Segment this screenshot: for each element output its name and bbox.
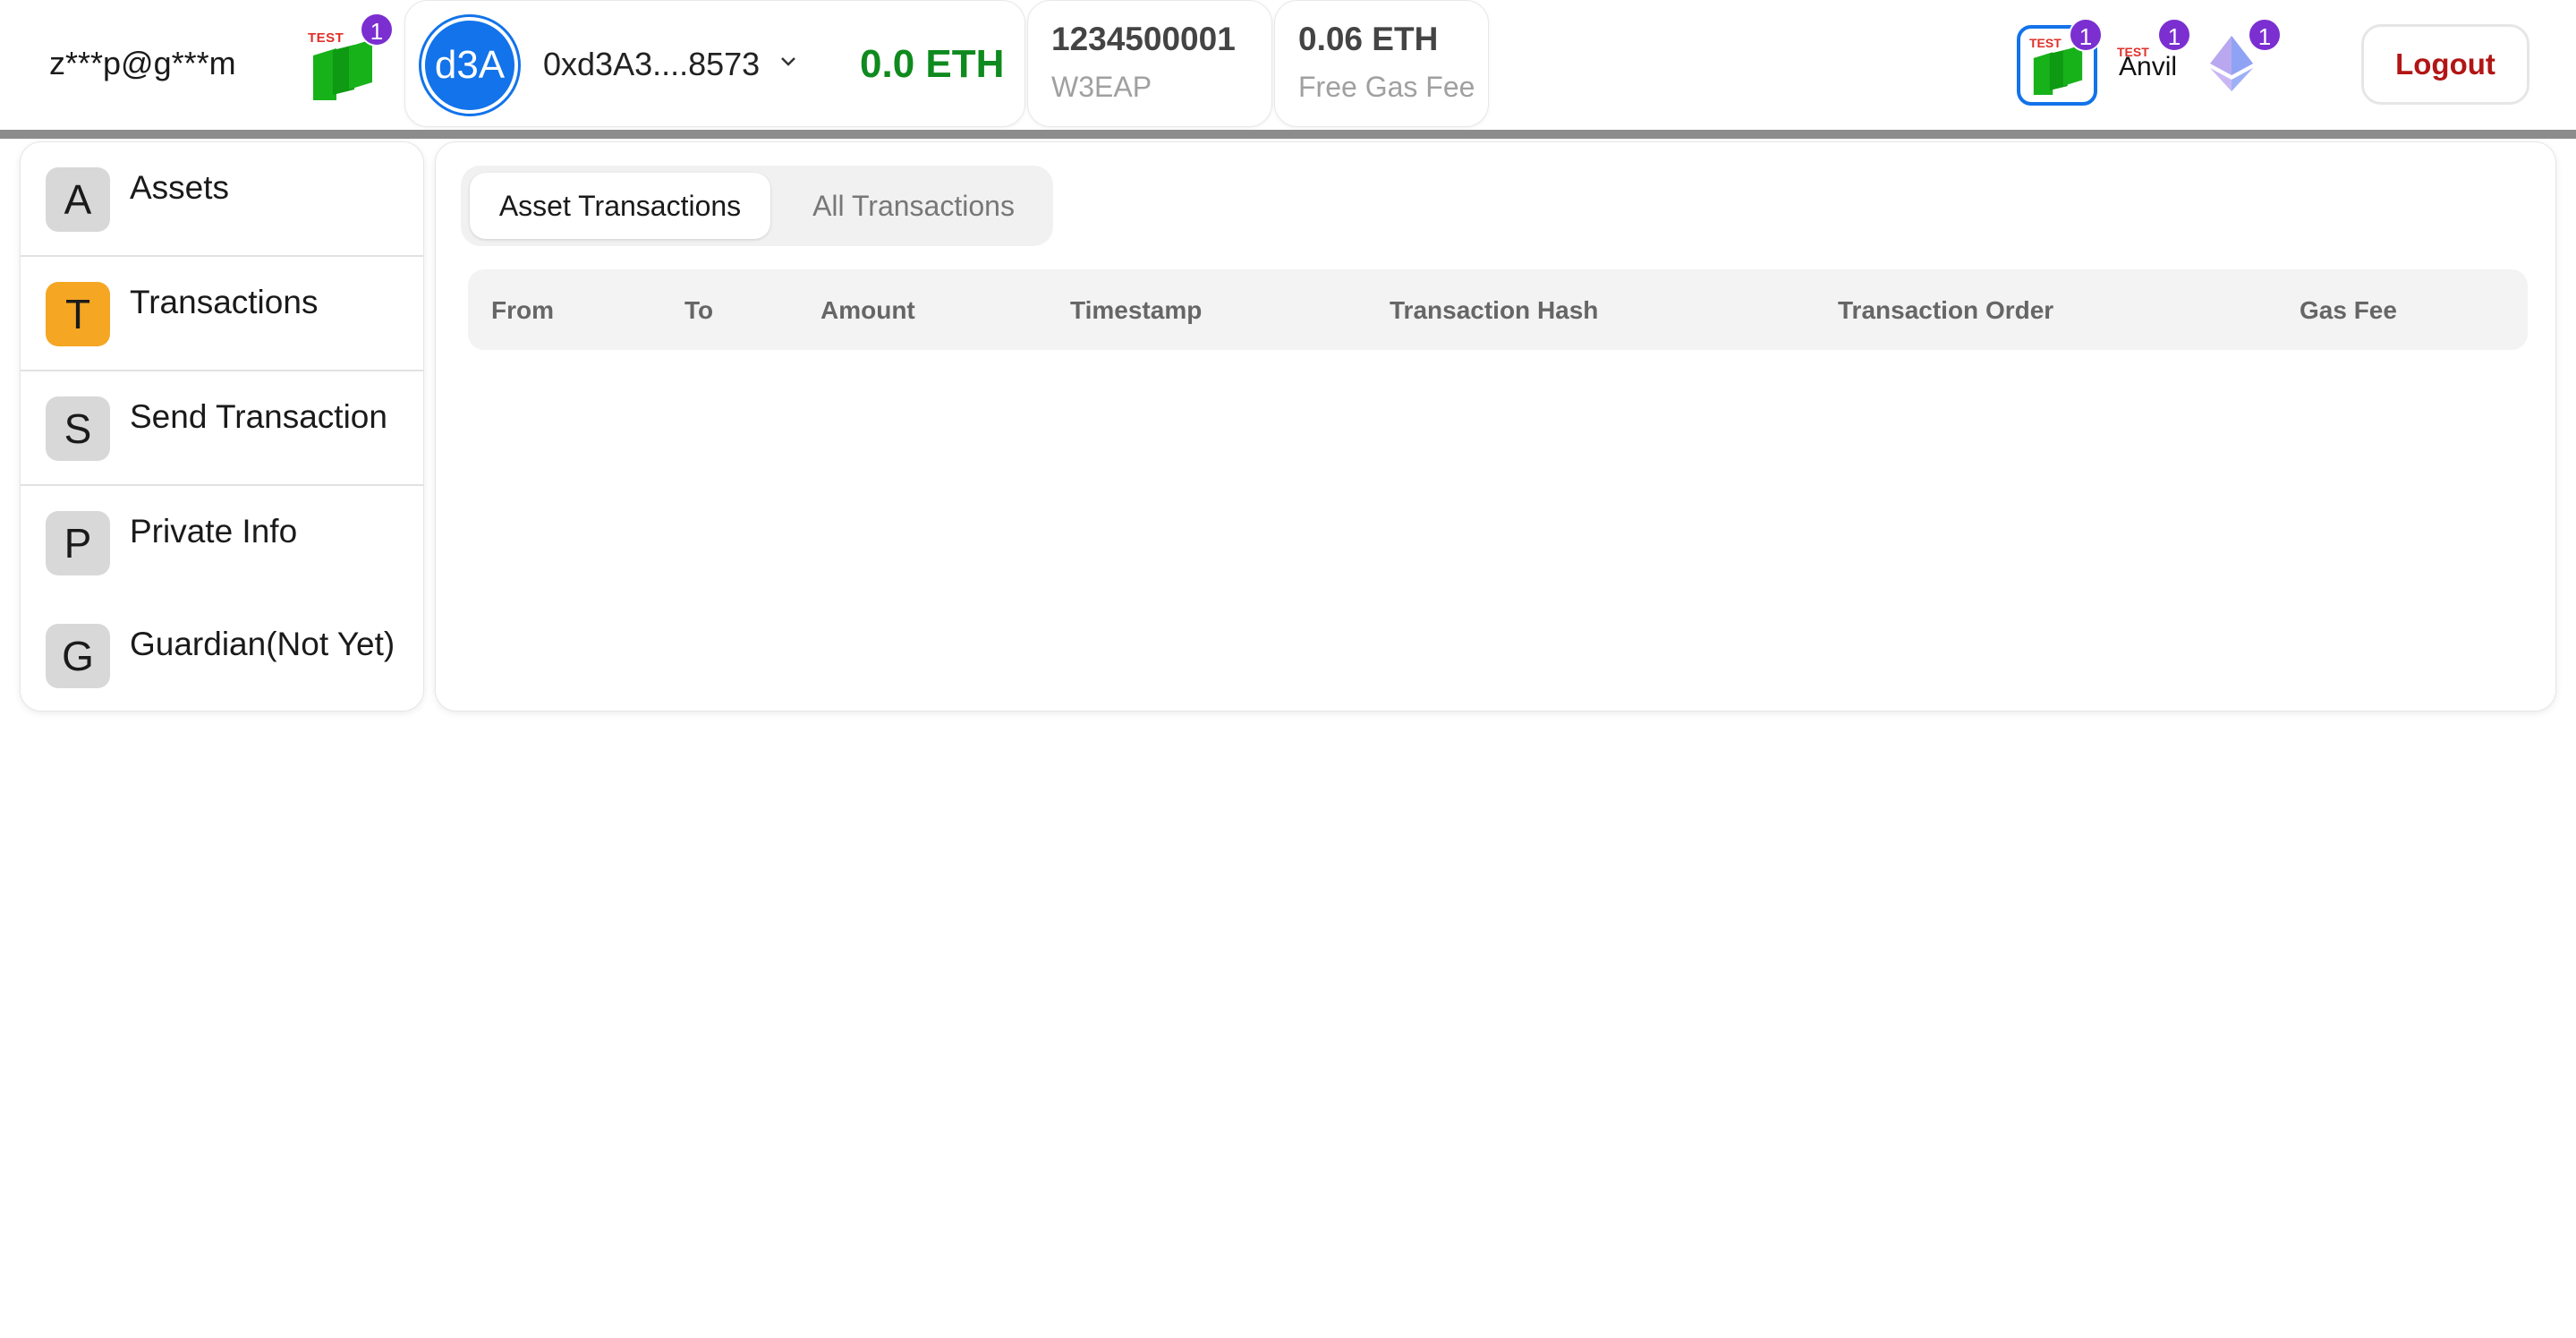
column-header-from[interactable]: From bbox=[491, 296, 554, 325]
sidebar-item-guardian[interactable]: G Guardian(Not Yet) bbox=[21, 599, 423, 711]
sidebar-item-icon: S bbox=[46, 396, 110, 461]
network-option-anvil-badge: 1 bbox=[2157, 18, 2191, 52]
eth-balance: 0.0 ETH bbox=[860, 42, 1005, 86]
network-logo-icon bbox=[313, 39, 372, 100]
ethereum-icon[interactable] bbox=[2210, 36, 2253, 91]
column-header-transaction-order[interactable]: Transaction Order bbox=[1838, 296, 2053, 325]
sidebar-item-label: Transactions bbox=[130, 284, 319, 320]
transaction-tabs: Asset Transactions All Transactions bbox=[461, 166, 1053, 246]
sidebar-item-icon: T bbox=[46, 282, 110, 346]
chevron-down-icon[interactable] bbox=[779, 53, 797, 71]
id-card: 1234500001 W3EAP bbox=[1027, 0, 1272, 127]
tab-all-transactions[interactable]: All Transactions bbox=[781, 173, 1046, 239]
network-badge: 1 bbox=[360, 13, 394, 47]
sidebar-item-label: Private Info bbox=[130, 513, 298, 550]
sidebar-item-label: Assets bbox=[130, 169, 230, 206]
sidebar-item-icon: P bbox=[46, 511, 110, 575]
sidebar-item-icon: G bbox=[46, 624, 110, 688]
sidebar-item-label: Send Transaction bbox=[130, 398, 387, 435]
sidebar-item-private-info[interactable]: P Private Info bbox=[21, 486, 423, 601]
test-network-icon bbox=[2033, 45, 2083, 95]
user-email: z***p@g***m bbox=[49, 45, 236, 81]
header-divider bbox=[0, 130, 2576, 139]
top-header: z***p@g***m TEST 1 d3A 0xd3A3....8573 0.… bbox=[0, 0, 2576, 130]
gas-fee-card: 0.06 ETH Free Gas Fee bbox=[1274, 0, 1489, 127]
wallet-address[interactable]: 0xd3A3....8573 bbox=[543, 46, 760, 83]
sidebar-item-transactions[interactable]: T Transactions bbox=[21, 257, 423, 371]
transactions-table-header: From To Amount Timestamp Transaction Has… bbox=[468, 269, 2528, 350]
column-header-amount[interactable]: Amount bbox=[820, 296, 915, 325]
main-panel: Asset Transactions All Transactions From… bbox=[435, 141, 2556, 712]
sidebar-item-icon: A bbox=[46, 167, 110, 232]
column-header-transaction-hash[interactable]: Transaction Hash bbox=[1390, 296, 1598, 325]
avatar: d3A bbox=[421, 17, 518, 114]
sidebar-item-send-transaction[interactable]: S Send Transaction bbox=[21, 371, 423, 486]
column-header-gas-fee[interactable]: Gas Fee bbox=[2300, 296, 2397, 325]
gas-fee-value: 0.06 ETH bbox=[1298, 21, 1439, 57]
sidebar: A Assets T Transactions S Send Transacti… bbox=[20, 141, 424, 712]
column-header-to[interactable]: To bbox=[684, 296, 713, 325]
id-card-label: W3EAP bbox=[1051, 71, 1152, 103]
column-header-timestamp[interactable]: Timestamp bbox=[1070, 296, 1202, 325]
network-option-test-badge: 1 bbox=[2069, 18, 2103, 52]
tab-asset-transactions[interactable]: Asset Transactions bbox=[470, 173, 770, 239]
gas-fee-label: Free Gas Fee bbox=[1298, 71, 1475, 103]
network-option-eth-badge: 1 bbox=[2248, 18, 2282, 52]
logout-button[interactable]: Logout bbox=[2361, 24, 2529, 105]
account-card[interactable]: d3A 0xd3A3....8573 0.0 ETH bbox=[404, 0, 1025, 127]
sidebar-item-assets[interactable]: A Assets bbox=[21, 142, 423, 257]
sidebar-item-label: Guardian(Not Yet) bbox=[130, 626, 395, 662]
id-card-value: 1234500001 bbox=[1051, 21, 1236, 57]
anvil-label: Anvil bbox=[2119, 52, 2178, 81]
